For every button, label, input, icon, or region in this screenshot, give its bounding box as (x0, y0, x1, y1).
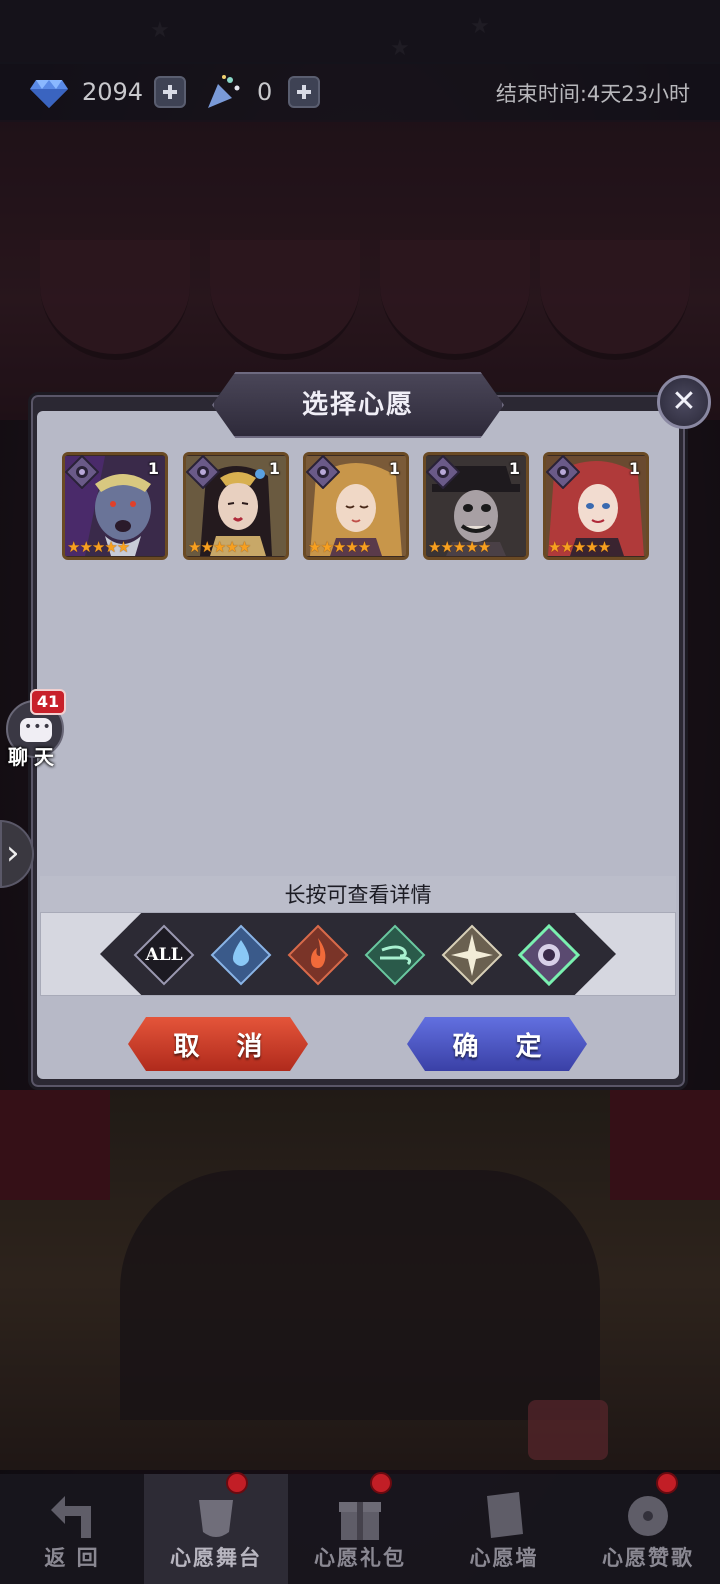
nav-label: 心愿墙 (469, 1546, 539, 1570)
filter-all-label: ALL (145, 945, 183, 965)
hero-level: 1 (268, 459, 280, 478)
chat-bubble-icon (20, 718, 52, 742)
hero-card[interactable]: 1 ★★★★★ (62, 452, 168, 560)
shadow-faction-icon (186, 455, 220, 489)
chevron-right-icon: › (6, 833, 20, 873)
light-star-icon (441, 924, 503, 986)
shadow-faction-icon (426, 455, 460, 489)
party-popper-icon (208, 75, 240, 108)
hero-card[interactable]: 1 ★★★★★ (183, 452, 289, 560)
chat-label: 聊天 (8, 745, 60, 769)
filter-water-button[interactable] (210, 924, 272, 986)
add-tickets-button[interactable] (288, 76, 320, 108)
hero-level: 1 (147, 459, 159, 478)
nav-label: 心愿礼包 (314, 1546, 406, 1570)
diamond-icon (30, 80, 68, 108)
hero-level: 1 (628, 459, 640, 478)
notification-dot (226, 1472, 248, 1494)
filter-wind-button[interactable] (364, 924, 426, 986)
nav-label: 返 回 (44, 1546, 100, 1570)
nav-label: 心愿赞歌 (602, 1546, 694, 1570)
long-press-hint: 长按可查看详情 (40, 876, 676, 912)
close-button[interactable]: ✕ (657, 375, 711, 429)
cancel-button[interactable]: 取 消 (128, 1017, 308, 1071)
event-end-time: 结束时间:4天23小时 (495, 82, 690, 106)
gift-icon (339, 1502, 381, 1540)
hero-stars: ★★★★★ (548, 538, 611, 556)
hero-card[interactable]: 1 ★★★★★ (543, 452, 649, 560)
shadow-faction-icon (306, 455, 340, 489)
add-gems-button[interactable] (154, 76, 186, 108)
nav-label: 心愿舞台 (170, 1546, 262, 1570)
bottom-navigation: 返 回 心愿舞台 心愿礼包 心愿墙 心愿赞歌 (0, 1472, 720, 1584)
nav-wish-wall[interactable]: 心愿墙 (432, 1474, 576, 1584)
confirm-button[interactable]: 确 定 (407, 1017, 587, 1071)
nav-wish-stage[interactable]: 心愿舞台 (144, 1472, 288, 1584)
filter-fire-button[interactable] (287, 924, 349, 986)
shadow-eye-icon (517, 923, 581, 987)
close-icon: ✕ (671, 384, 697, 419)
nav-back[interactable]: 返 回 (0, 1474, 144, 1584)
shadow-faction-icon (546, 455, 580, 489)
stage-mask-icon (199, 1500, 233, 1537)
hero-stars: ★★★★★ (67, 538, 130, 556)
ticket-count: 0 (257, 78, 273, 106)
hero-level: 1 (388, 459, 400, 478)
hero-stars: ★★★★★ (308, 538, 371, 556)
nav-wish-anthem[interactable]: 心愿赞歌 (576, 1472, 720, 1584)
notification-dot (656, 1472, 678, 1494)
book-icon (487, 1492, 523, 1538)
resource-bar: 2094 0 结束时间:4天23小时 (0, 62, 720, 122)
gem-count: 2094 (82, 78, 144, 106)
hero-stars: ★★★★★ (428, 538, 491, 556)
filter-all-button[interactable]: ALL (133, 924, 195, 986)
filter-light-button[interactable] (441, 924, 503, 986)
fire-icon (287, 924, 349, 986)
water-drop-icon (210, 924, 272, 986)
hero-card[interactable]: 1 ★★★★★ (303, 452, 409, 560)
nav-wish-gift[interactable]: 心愿礼包 (288, 1472, 432, 1584)
back-arrow-icon (51, 1496, 91, 1538)
wind-icon (364, 924, 426, 986)
chat-unread-badge: 41 (30, 689, 66, 715)
hero-card[interactable]: 1 ★★★★★ (423, 452, 529, 560)
hero-level: 1 (508, 459, 520, 478)
shadow-faction-icon (65, 455, 99, 489)
music-disc-icon (628, 1496, 668, 1536)
hero-stars: ★★★★★ (188, 538, 251, 556)
dialog-title: 选择心愿 (301, 390, 414, 420)
filter-shadow-button-selected[interactable] (517, 923, 581, 987)
notification-dot (370, 1472, 392, 1494)
